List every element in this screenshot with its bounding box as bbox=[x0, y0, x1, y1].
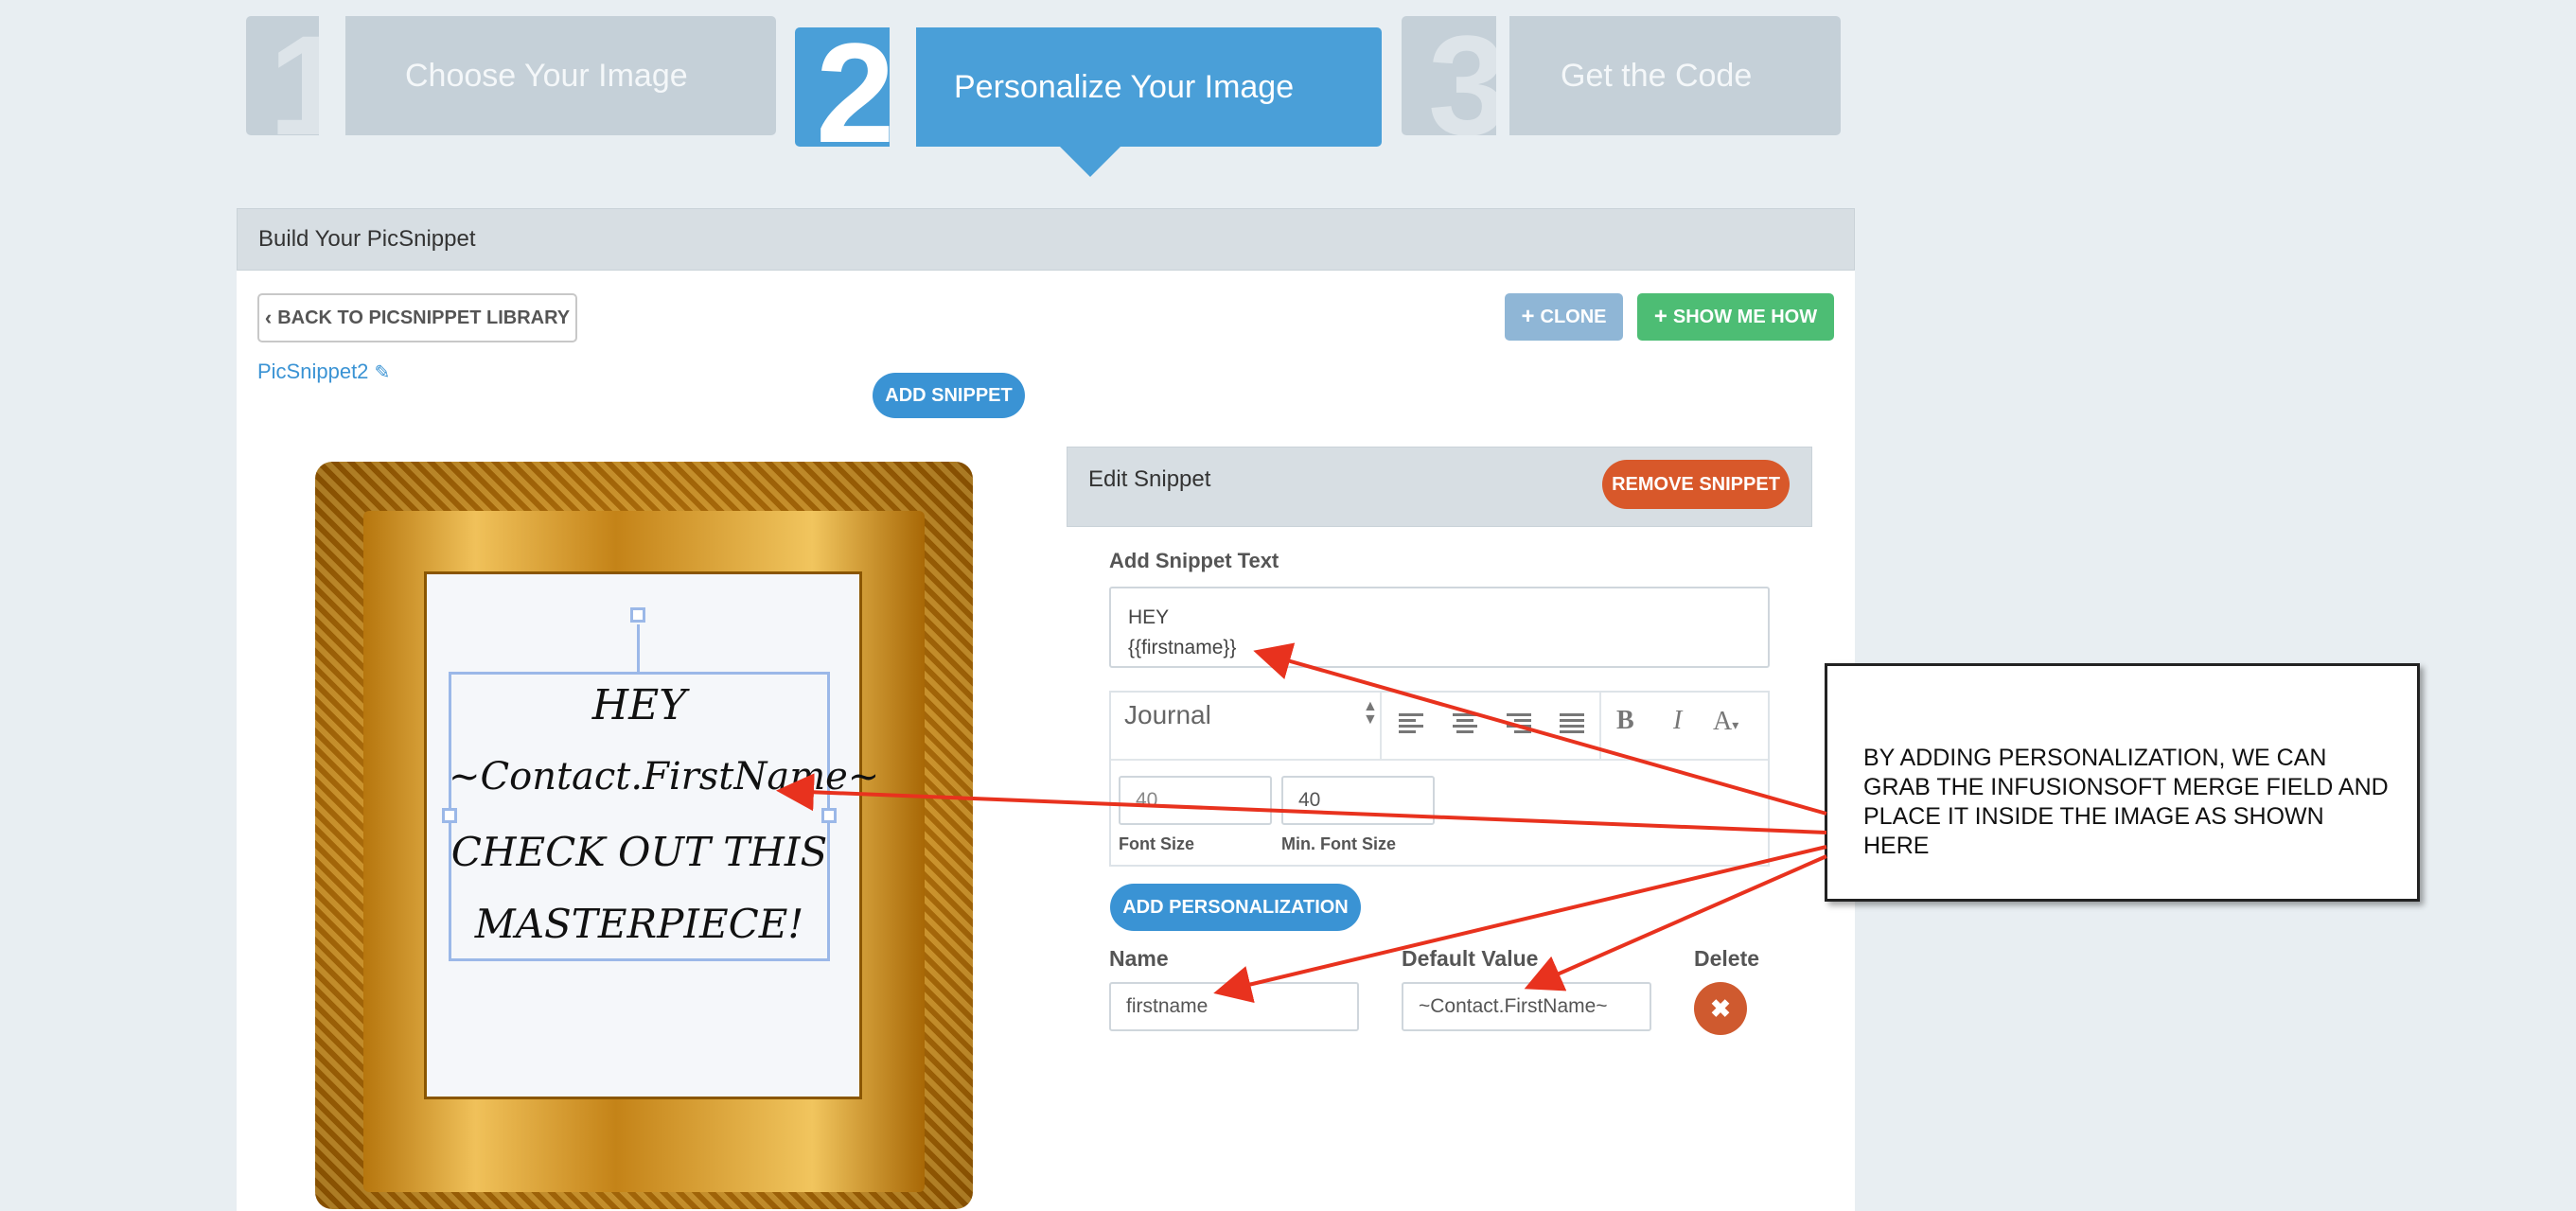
arrow-to-default-field bbox=[1524, 854, 1827, 992]
arrow-to-canvas-text bbox=[776, 773, 1827, 834]
arrow-to-merge-field bbox=[1253, 642, 1827, 816]
annotation-arrows bbox=[776, 642, 1827, 1004]
arrow-to-name-field bbox=[1213, 845, 1827, 1004]
